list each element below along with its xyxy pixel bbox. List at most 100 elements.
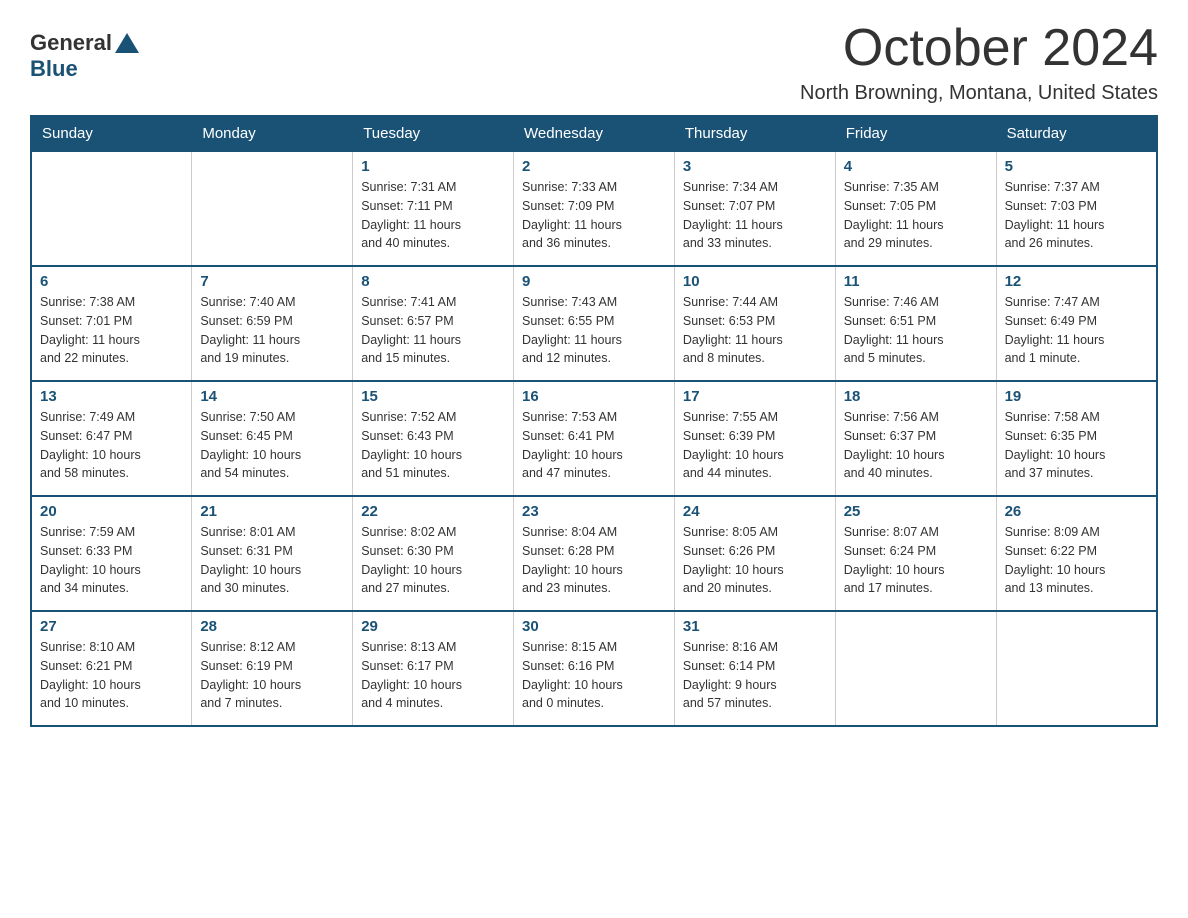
day-header-thursday: Thursday: [674, 116, 835, 151]
day-number: 12: [1005, 273, 1148, 290]
calendar-cell: 19Sunrise: 7:58 AM Sunset: 6:35 PM Dayli…: [996, 381, 1157, 496]
day-header-tuesday: Tuesday: [353, 116, 514, 151]
calendar-week-row: 1 Sunrise: 7:31 AM Sunset: 7:11 PM Daylig…: [31, 151, 1157, 266]
calendar-cell: 12 Sunrise: 7:47 AM Sunset: 6:49 PM Dayli…: [996, 266, 1157, 381]
day-number: 9: [522, 273, 666, 290]
day-header-wednesday: Wednesday: [514, 116, 675, 151]
calendar-cell: 21Sunrise: 8:01 AM Sunset: 6:31 PM Dayli…: [192, 496, 353, 611]
day-number: 15: [361, 388, 505, 405]
day-number: 29: [361, 618, 505, 635]
calendar-week-row: 6Sunrise: 7:38 AM Sunset: 7:01 PM Daylig…: [31, 266, 1157, 381]
calendar-cell: 3 Sunrise: 7:34 AM Sunset: 7:07 PM Daylig…: [674, 151, 835, 266]
calendar-cell: 27 Sunrise: 8:10 AM Sunset: 6:21 PM Dayli…: [31, 611, 192, 726]
calendar-cell: 14 Sunrise: 7:50 AM Sunset: 6:45 PM Dayli…: [192, 381, 353, 496]
calendar-cell: 6Sunrise: 7:38 AM Sunset: 7:01 PM Daylig…: [31, 266, 192, 381]
day-header-saturday: Saturday: [996, 116, 1157, 151]
calendar-cell: 2 Sunrise: 7:33 AM Sunset: 7:09 PM Daylig…: [514, 151, 675, 266]
day-number: 6: [40, 273, 183, 290]
calendar-cell: 28 Sunrise: 8:12 AM Sunset: 6:19 PM Dayli…: [192, 611, 353, 726]
calendar-cell: 13 Sunrise: 7:49 AM Sunset: 6:47 PM Dayli…: [31, 381, 192, 496]
calendar-cell: 16Sunrise: 7:53 AM Sunset: 6:41 PM Dayli…: [514, 381, 675, 496]
calendar-cell: 11Sunrise: 7:46 AM Sunset: 6:51 PM Dayli…: [835, 266, 996, 381]
main-title: October 2024: [800, 20, 1158, 77]
day-info: Sunrise: 8:10 AM Sunset: 6:21 PM Dayligh…: [40, 638, 183, 713]
day-number: 1: [361, 158, 505, 175]
day-info: Sunrise: 7:47 AM Sunset: 6:49 PM Dayligh…: [1005, 293, 1148, 368]
calendar-cell: 31Sunrise: 8:16 AM Sunset: 6:14 PM Dayli…: [674, 611, 835, 726]
day-info: Sunrise: 7:56 AM Sunset: 6:37 PM Dayligh…: [844, 408, 988, 483]
calendar-cell: 20 Sunrise: 7:59 AM Sunset: 6:33 PM Dayli…: [31, 496, 192, 611]
day-info: Sunrise: 7:31 AM Sunset: 7:11 PM Dayligh…: [361, 178, 505, 253]
day-info: Sunrise: 8:01 AM Sunset: 6:31 PM Dayligh…: [200, 523, 344, 598]
subtitle: North Browning, Montana, United States: [800, 82, 1158, 105]
day-number: 27: [40, 618, 183, 635]
day-number: 18: [844, 388, 988, 405]
calendar-header-row: SundayMondayTuesdayWednesdayThursdayFrid…: [31, 116, 1157, 151]
day-number: 22: [361, 503, 505, 520]
logo-general-text: General: [30, 30, 112, 56]
day-info: Sunrise: 8:13 AM Sunset: 6:17 PM Dayligh…: [361, 638, 505, 713]
day-info: Sunrise: 7:40 AM Sunset: 6:59 PM Dayligh…: [200, 293, 344, 368]
day-number: 5: [1005, 158, 1148, 175]
calendar-cell: 1 Sunrise: 7:31 AM Sunset: 7:11 PM Daylig…: [353, 151, 514, 266]
day-number: 8: [361, 273, 505, 290]
day-number: 28: [200, 618, 344, 635]
logo: General Blue: [30, 20, 142, 82]
day-number: 23: [522, 503, 666, 520]
day-info: Sunrise: 7:46 AM Sunset: 6:51 PM Dayligh…: [844, 293, 988, 368]
day-info: Sunrise: 8:07 AM Sunset: 6:24 PM Dayligh…: [844, 523, 988, 598]
day-info: Sunrise: 7:49 AM Sunset: 6:47 PM Dayligh…: [40, 408, 183, 483]
calendar-cell: 9 Sunrise: 7:43 AM Sunset: 6:55 PM Daylig…: [514, 266, 675, 381]
day-header-friday: Friday: [835, 116, 996, 151]
calendar-cell: [192, 151, 353, 266]
day-info: Sunrise: 7:33 AM Sunset: 7:09 PM Dayligh…: [522, 178, 666, 253]
day-info: Sunrise: 7:34 AM Sunset: 7:07 PM Dayligh…: [683, 178, 827, 253]
day-number: 7: [200, 273, 344, 290]
day-number: 10: [683, 273, 827, 290]
day-info: Sunrise: 7:52 AM Sunset: 6:43 PM Dayligh…: [361, 408, 505, 483]
calendar-cell: 15 Sunrise: 7:52 AM Sunset: 6:43 PM Dayli…: [353, 381, 514, 496]
calendar-week-row: 13 Sunrise: 7:49 AM Sunset: 6:47 PM Dayli…: [31, 381, 1157, 496]
calendar-cell: 8 Sunrise: 7:41 AM Sunset: 6:57 PM Daylig…: [353, 266, 514, 381]
day-number: 13: [40, 388, 183, 405]
calendar-cell: [31, 151, 192, 266]
day-number: 19: [1005, 388, 1148, 405]
day-info: Sunrise: 7:41 AM Sunset: 6:57 PM Dayligh…: [361, 293, 505, 368]
day-number: 3: [683, 158, 827, 175]
day-info: Sunrise: 7:59 AM Sunset: 6:33 PM Dayligh…: [40, 523, 183, 598]
calendar-week-row: 27 Sunrise: 8:10 AM Sunset: 6:21 PM Dayli…: [31, 611, 1157, 726]
day-number: 24: [683, 503, 827, 520]
calendar-cell: 5 Sunrise: 7:37 AM Sunset: 7:03 PM Daylig…: [996, 151, 1157, 266]
calendar-cell: 30Sunrise: 8:15 AM Sunset: 6:16 PM Dayli…: [514, 611, 675, 726]
calendar-cell: [996, 611, 1157, 726]
day-info: Sunrise: 7:37 AM Sunset: 7:03 PM Dayligh…: [1005, 178, 1148, 253]
day-number: 2: [522, 158, 666, 175]
day-info: Sunrise: 8:02 AM Sunset: 6:30 PM Dayligh…: [361, 523, 505, 598]
day-header-monday: Monday: [192, 116, 353, 151]
header: General Blue October 2024 North Browning…: [30, 20, 1158, 105]
day-info: Sunrise: 7:43 AM Sunset: 6:55 PM Dayligh…: [522, 293, 666, 368]
day-number: 14: [200, 388, 344, 405]
day-info: Sunrise: 7:55 AM Sunset: 6:39 PM Dayligh…: [683, 408, 827, 483]
day-number: 25: [844, 503, 988, 520]
day-info: Sunrise: 7:50 AM Sunset: 6:45 PM Dayligh…: [200, 408, 344, 483]
day-number: 4: [844, 158, 988, 175]
calendar-cell: 18 Sunrise: 7:56 AM Sunset: 6:37 PM Dayli…: [835, 381, 996, 496]
day-number: 17: [683, 388, 827, 405]
day-info: Sunrise: 8:12 AM Sunset: 6:19 PM Dayligh…: [200, 638, 344, 713]
calendar-cell: 17 Sunrise: 7:55 AM Sunset: 6:39 PM Dayli…: [674, 381, 835, 496]
calendar-cell: 24Sunrise: 8:05 AM Sunset: 6:26 PM Dayli…: [674, 496, 835, 611]
calendar-week-row: 20 Sunrise: 7:59 AM Sunset: 6:33 PM Dayli…: [31, 496, 1157, 611]
calendar-cell: 25 Sunrise: 8:07 AM Sunset: 6:24 PM Dayli…: [835, 496, 996, 611]
day-info: Sunrise: 7:44 AM Sunset: 6:53 PM Dayligh…: [683, 293, 827, 368]
day-number: 20: [40, 503, 183, 520]
day-number: 31: [683, 618, 827, 635]
calendar-cell: 4Sunrise: 7:35 AM Sunset: 7:05 PM Daylig…: [835, 151, 996, 266]
day-info: Sunrise: 8:04 AM Sunset: 6:28 PM Dayligh…: [522, 523, 666, 598]
day-info: Sunrise: 8:09 AM Sunset: 6:22 PM Dayligh…: [1005, 523, 1148, 598]
calendar-cell: 10 Sunrise: 7:44 AM Sunset: 6:53 PM Dayli…: [674, 266, 835, 381]
calendar-cell: 22 Sunrise: 8:02 AM Sunset: 6:30 PM Dayli…: [353, 496, 514, 611]
calendar-cell: 29 Sunrise: 8:13 AM Sunset: 6:17 PM Dayli…: [353, 611, 514, 726]
day-number: 16: [522, 388, 666, 405]
calendar-cell: 23 Sunrise: 8:04 AM Sunset: 6:28 PM Dayli…: [514, 496, 675, 611]
